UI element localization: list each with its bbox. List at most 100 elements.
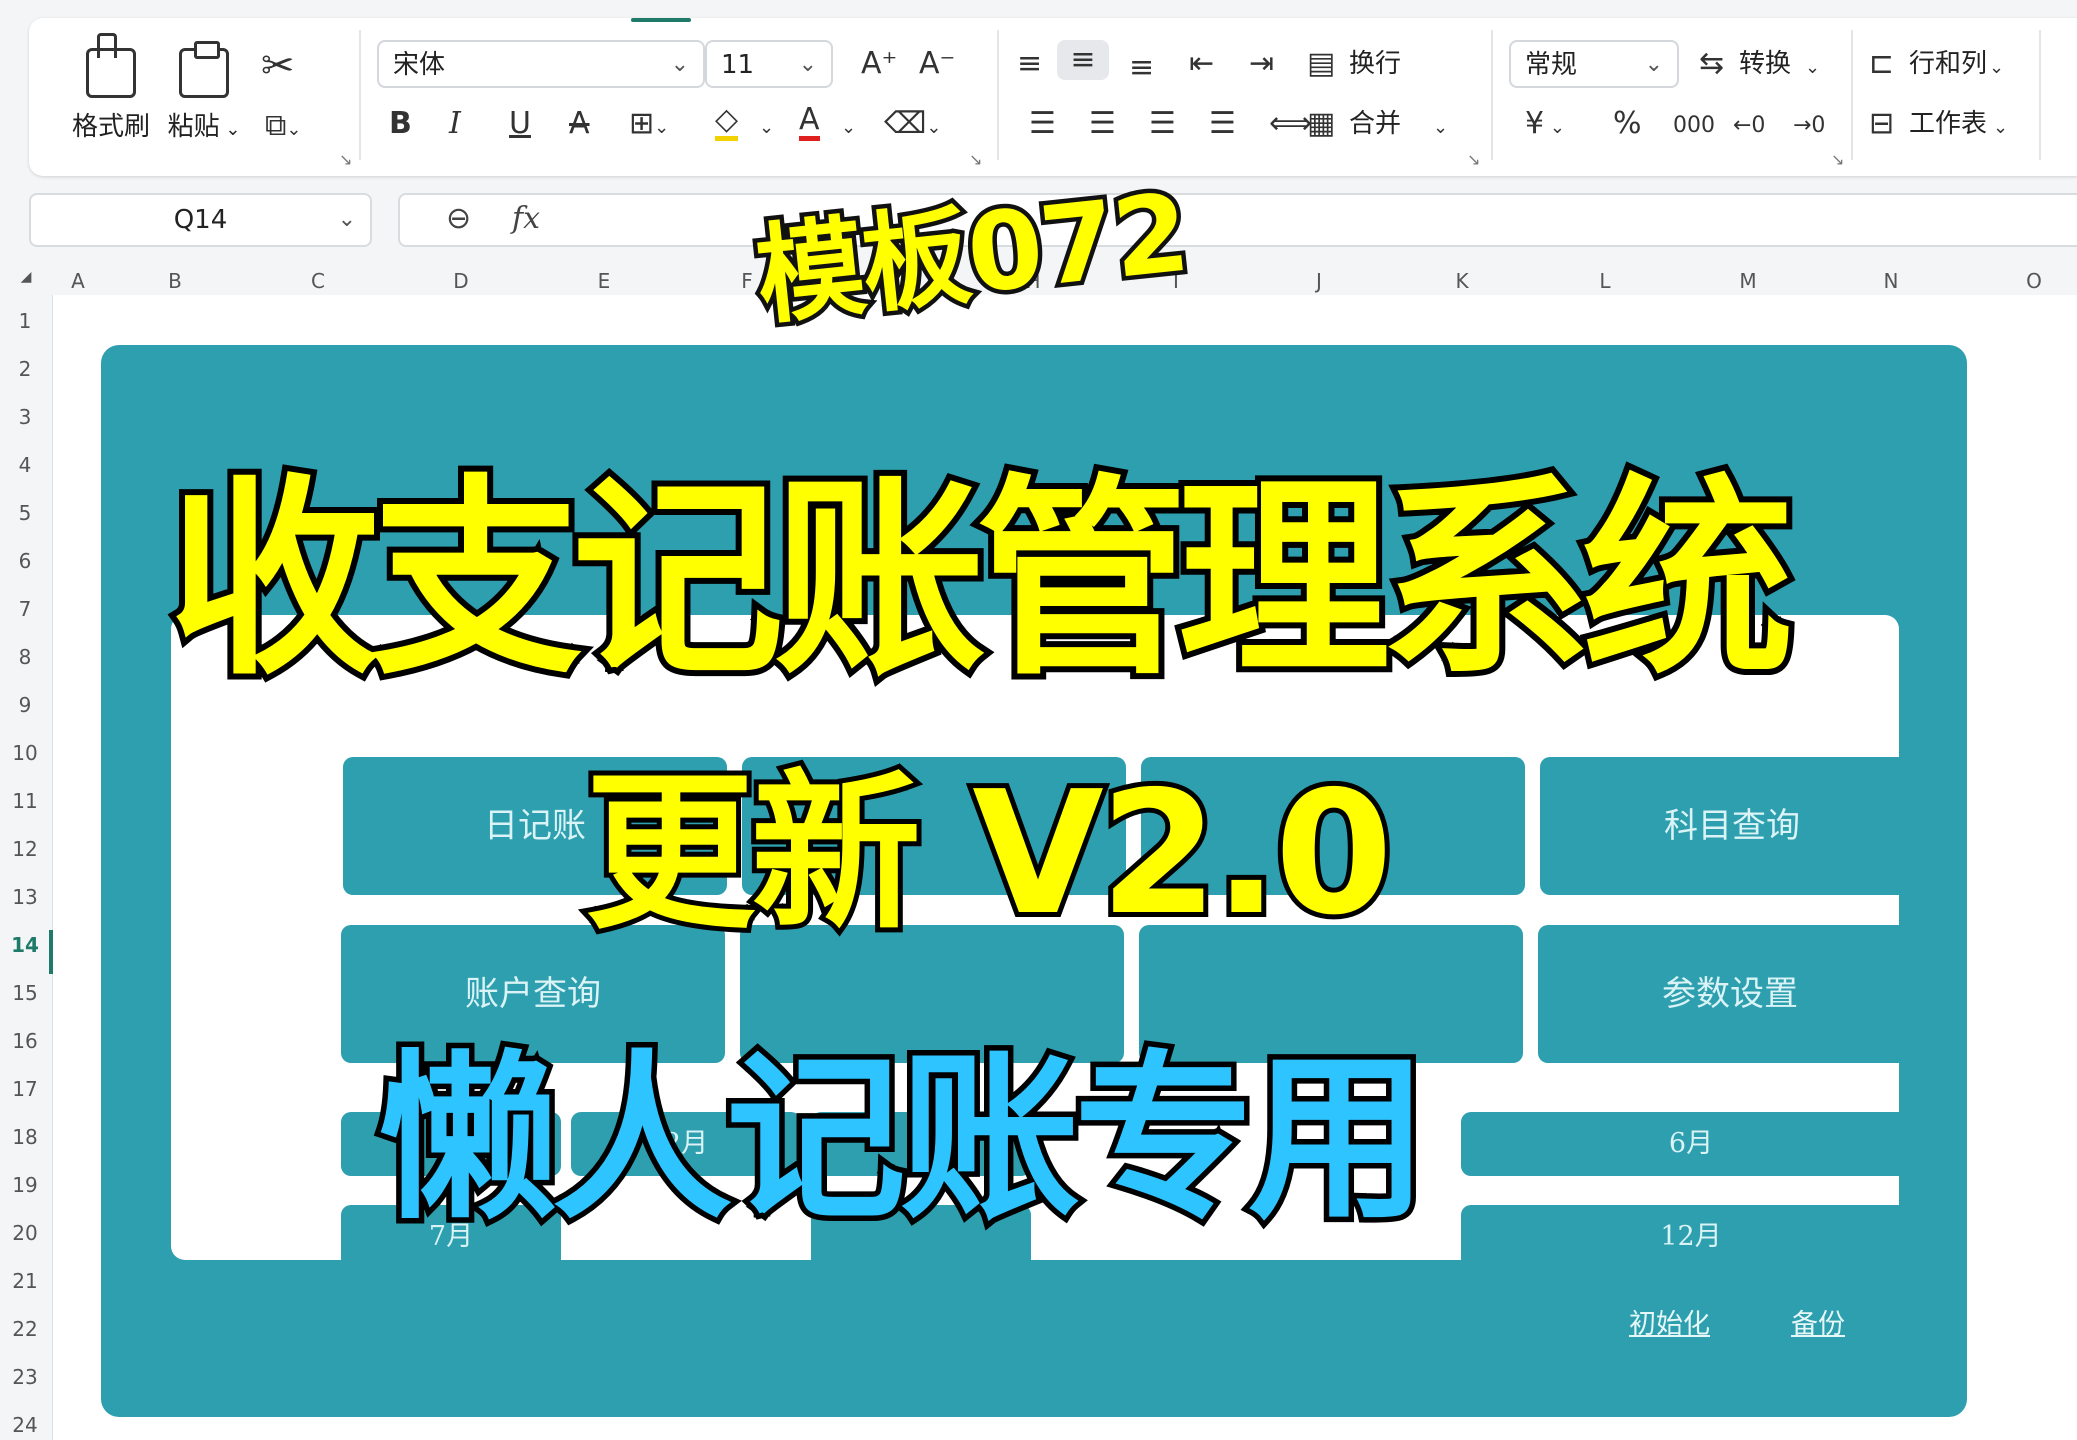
thousands-separator-icon[interactable]: 000 <box>1673 106 1715 146</box>
row-header[interactable]: 5 <box>0 501 50 525</box>
align-left-icon[interactable]: ☰ <box>1029 104 1056 144</box>
column-header[interactable]: M <box>1739 269 1756 293</box>
row-header[interactable]: 21 <box>0 1269 50 1293</box>
row-header-active[interactable]: 14 <box>0 933 50 957</box>
align-center-icon[interactable]: ☰ <box>1089 104 1116 144</box>
name-box[interactable]: Q14 ⌄ <box>29 193 372 247</box>
column-header[interactable]: C <box>311 269 325 293</box>
row-header[interactable]: 20 <box>0 1221 50 1245</box>
wrap-text-label[interactable]: 换行 <box>1349 44 1401 84</box>
column-header[interactable]: F <box>741 269 753 293</box>
row-header[interactable]: 13 <box>0 885 50 909</box>
chevron-down-icon[interactable]: ⌄ <box>1993 108 2008 148</box>
backup-link[interactable]: 备份 <box>1791 1302 1845 1341</box>
row-header[interactable]: 6 <box>0 549 50 573</box>
column-header[interactable]: D <box>453 269 468 293</box>
underline-icon[interactable]: U <box>509 104 531 144</box>
column-header[interactable]: L <box>1599 269 1610 293</box>
row-header[interactable]: 11 <box>0 789 50 813</box>
align-bottom-icon[interactable]: ≡ <box>1129 48 1154 88</box>
format-painter-button[interactable]: 格式刷 <box>61 33 161 143</box>
increase-font-icon[interactable]: A⁺ <box>861 44 897 84</box>
row-header[interactable]: 4 <box>0 453 50 477</box>
justify-icon[interactable]: ☰ <box>1209 104 1236 144</box>
column-header[interactable]: J <box>1316 269 1322 293</box>
column-header[interactable]: O <box>2026 269 2042 293</box>
increase-indent-icon[interactable]: ⇥ <box>1249 44 1274 84</box>
copy-icon[interactable]: ⧉⌄ <box>265 106 302 150</box>
font-color-icon[interactable]: A <box>799 104 820 141</box>
paste-button[interactable]: 粘贴 ⌄ <box>159 41 249 143</box>
align-right-icon[interactable]: ☰ <box>1149 104 1176 144</box>
number-format-select[interactable]: 常规 ⌄ <box>1509 40 1679 88</box>
convert-icon[interactable]: ⇆ <box>1699 44 1724 84</box>
increase-decimal-icon[interactable]: ←0 <box>1733 106 1765 146</box>
fill-color-icon[interactable]: ◇ <box>715 104 739 141</box>
decrease-font-icon[interactable]: A⁻ <box>919 44 955 84</box>
month-tile[interactable]: 12月 <box>1461 1205 1921 1269</box>
merge-label[interactable]: 合并 <box>1349 104 1401 144</box>
chevron-down-icon[interactable]: ⌄ <box>1433 108 1448 148</box>
italic-icon[interactable]: I <box>449 104 461 144</box>
align-middle-icon[interactable]: ≡ <box>1057 40 1109 80</box>
divider <box>1851 30 1853 160</box>
decrease-decimal-icon[interactable]: →0 <box>1793 106 1825 146</box>
currency-icon[interactable]: ¥ ⌄ <box>1525 104 1565 148</box>
bold-icon[interactable]: B <box>389 104 412 144</box>
number-dialog-launcher[interactable]: ↘ <box>1831 150 1844 169</box>
row-header[interactable]: 16 <box>0 1029 50 1053</box>
tile-parameter-settings[interactable]: 参数设置 <box>1538 925 1922 1063</box>
align-top-icon[interactable]: ≡ <box>1017 44 1042 84</box>
chevron-down-icon[interactable]: ⌄ <box>841 108 856 148</box>
row-header[interactable]: 23 <box>0 1365 50 1389</box>
borders-icon[interactable]: ⊞⌄ <box>629 104 669 148</box>
wrap-text-icon[interactable]: ▤ <box>1307 44 1335 84</box>
row-header[interactable]: 1 <box>0 309 50 333</box>
column-header[interactable]: B <box>168 269 182 293</box>
chevron-down-icon[interactable]: ⌄ <box>1805 48 1820 88</box>
divider <box>2039 30 2041 160</box>
percent-icon[interactable]: % <box>1613 104 1642 144</box>
decrease-indent-icon[interactable]: ⇤ <box>1189 44 1214 84</box>
column-header[interactable]: K <box>1455 269 1468 293</box>
row-header[interactable]: 15 <box>0 981 50 1005</box>
row-header[interactable]: 2 <box>0 357 50 381</box>
row-header[interactable]: 10 <box>0 741 50 765</box>
month-tile[interactable]: 6月 <box>1461 1112 1921 1176</box>
merge-icon[interactable]: ▦ <box>1307 104 1335 144</box>
tile-subject-query[interactable]: 科目查询 <box>1540 757 1924 895</box>
select-all-corner[interactable]: ◢ <box>21 269 32 285</box>
font-name-select[interactable]: 宋体 ⌄ <box>377 40 705 88</box>
chevron-down-icon[interactable]: ⌄ <box>1989 48 2004 88</box>
function-icon[interactable]: fx <box>512 201 540 236</box>
worksheet-icon[interactable]: ⊟ <box>1869 104 1894 144</box>
alignment-dialog-launcher[interactable]: ↘ <box>1467 150 1480 169</box>
zoom-search-icon[interactable]: ⊖ <box>446 201 471 236</box>
row-header[interactable]: 7 <box>0 597 50 621</box>
row-header[interactable]: 9 <box>0 693 50 717</box>
row-header[interactable]: 19 <box>0 1173 50 1197</box>
font-size-select[interactable]: 11 ⌄ <box>705 40 833 88</box>
row-header[interactable]: 17 <box>0 1077 50 1101</box>
rows-columns-icon[interactable]: ⊏ <box>1869 44 1894 84</box>
column-header[interactable]: N <box>1884 269 1899 293</box>
formula-bar[interactable]: ⊖ fx <box>398 193 2077 247</box>
clipboard-dialog-launcher[interactable]: ↘ <box>339 150 352 169</box>
strikethrough-icon[interactable]: A <box>569 104 590 144</box>
row-header[interactable]: 12 <box>0 837 50 861</box>
worksheet-label[interactable]: 工作表 <box>1909 104 1987 144</box>
cut-icon[interactable]: ✂ <box>261 46 295 86</box>
row-header[interactable]: 18 <box>0 1125 50 1149</box>
row-header[interactable]: 22 <box>0 1317 50 1341</box>
distribute-icon[interactable]: ⟺ <box>1269 104 1312 144</box>
chevron-down-icon[interactable]: ⌄ <box>759 108 774 148</box>
row-header[interactable]: 8 <box>0 645 50 669</box>
clear-format-icon[interactable]: ⌫⌄ <box>884 104 942 148</box>
rows-columns-label[interactable]: 行和列 <box>1909 44 1987 84</box>
column-header[interactable]: A <box>71 269 85 293</box>
convert-label[interactable]: 转换 <box>1739 44 1791 84</box>
row-header[interactable]: 3 <box>0 405 50 429</box>
row-header[interactable]: 24 <box>0 1413 50 1437</box>
initialize-link[interactable]: 初始化 <box>1629 1302 1710 1341</box>
column-header[interactable]: E <box>598 269 611 293</box>
